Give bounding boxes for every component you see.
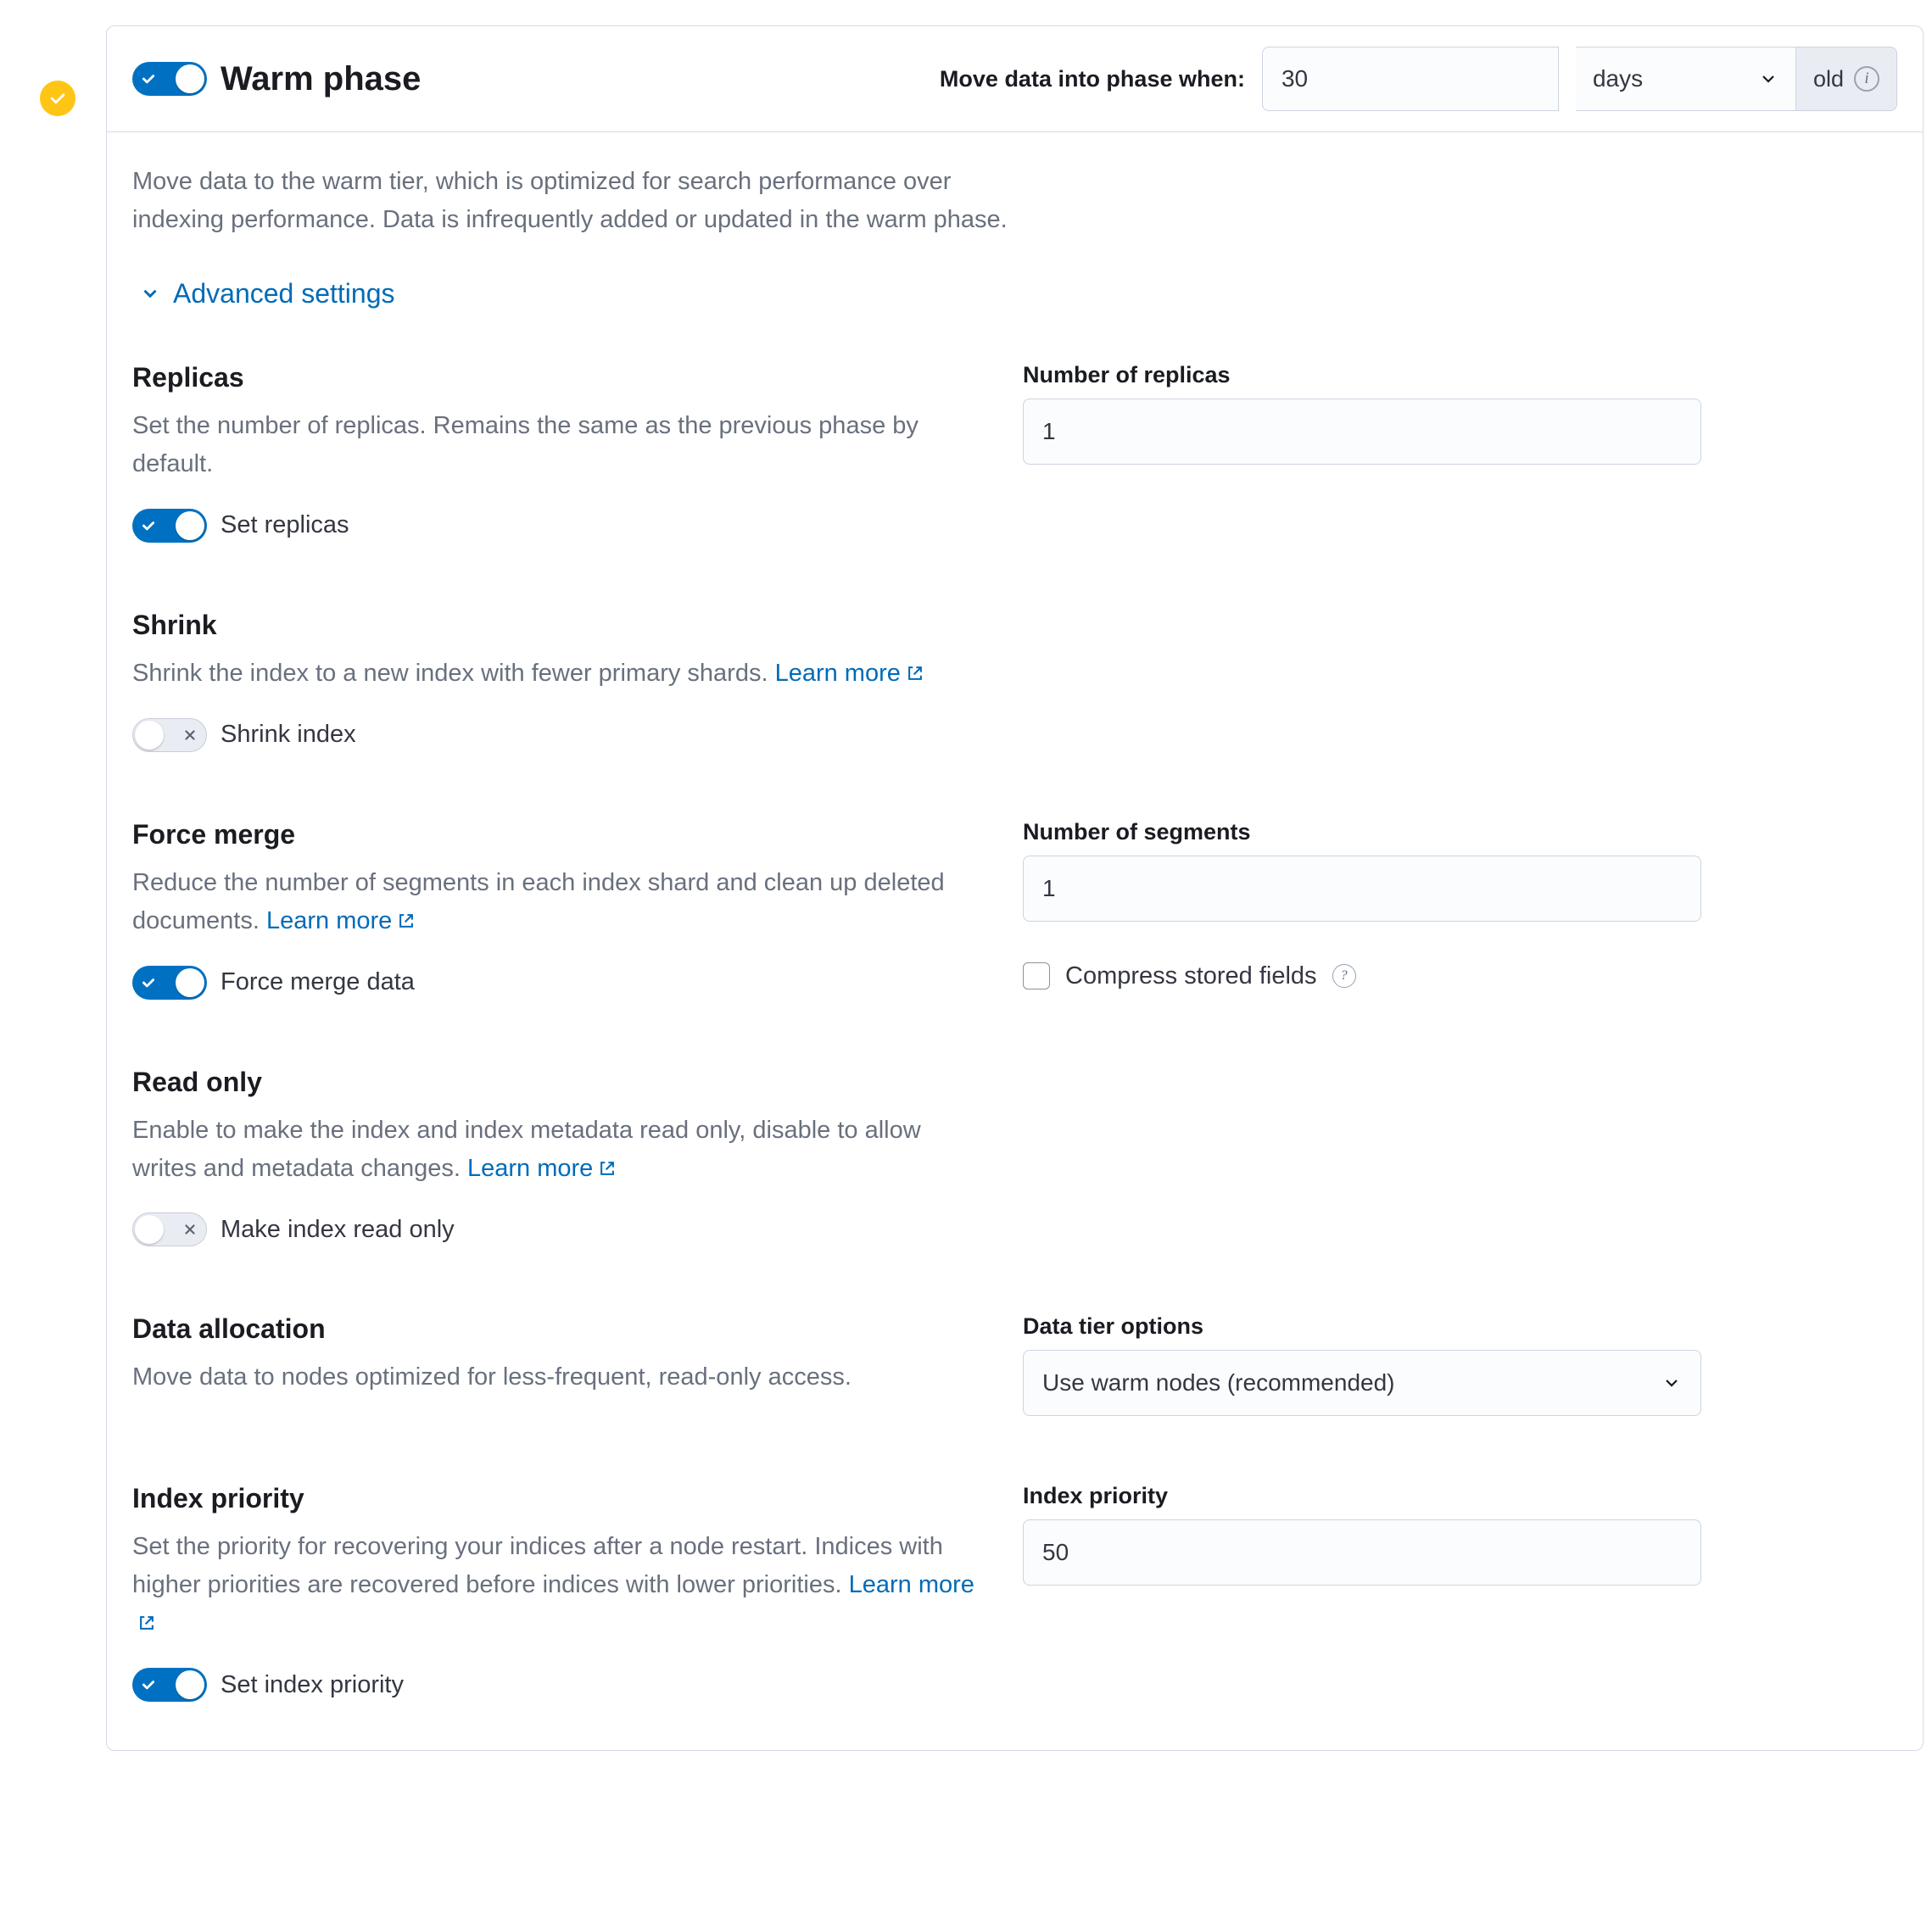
set-replicas-toggle[interactable]: Set replicas bbox=[132, 509, 349, 543]
old-suffix-badge: old i bbox=[1796, 47, 1897, 111]
check-icon bbox=[141, 65, 156, 92]
allocation-desc: Move data to nodes optimized for less-fr… bbox=[132, 1358, 989, 1396]
check-icon bbox=[48, 89, 67, 108]
external-link-icon bbox=[137, 1614, 156, 1632]
external-link-icon bbox=[906, 664, 924, 683]
warm-phase-toggle[interactable] bbox=[132, 62, 207, 96]
age-unit-value: days bbox=[1593, 65, 1643, 92]
set-priority-label: Set index priority bbox=[221, 1671, 404, 1699]
compress-checkbox[interactable] bbox=[1023, 962, 1050, 989]
data-allocation-section: Data allocation Move data to nodes optim… bbox=[132, 1313, 1897, 1422]
force-merge-section: Force merge Reduce the number of segment… bbox=[132, 819, 1897, 1006]
chevron-down-icon bbox=[1758, 69, 1778, 89]
replicas-section: Replicas Set the number of replicas. Rem… bbox=[132, 362, 1897, 549]
read-only-learn-more-link[interactable]: Learn more bbox=[467, 1155, 617, 1182]
shrink-index-label: Shrink index bbox=[221, 721, 356, 749]
shrink-index-toggle[interactable]: Shrink index bbox=[132, 718, 356, 752]
cross-icon bbox=[182, 1216, 198, 1243]
read-only-toggle[interactable]: Make index read only bbox=[132, 1212, 455, 1246]
compress-label: Compress stored fields bbox=[1065, 962, 1317, 990]
read-only-label: Make index read only bbox=[221, 1216, 455, 1244]
learn-more-text: Learn more bbox=[467, 1155, 593, 1182]
force-merge-title: Force merge bbox=[132, 819, 989, 850]
learn-more-text: Learn more bbox=[775, 660, 901, 687]
priority-title: Index priority bbox=[132, 1483, 989, 1514]
chevron-down-icon bbox=[1661, 1373, 1682, 1393]
force-merge-label: Force merge data bbox=[221, 968, 415, 996]
info-icon[interactable]: ? bbox=[1332, 964, 1356, 988]
age-unit-select[interactable]: days bbox=[1576, 47, 1796, 111]
info-icon[interactable]: i bbox=[1854, 66, 1879, 92]
priority-input[interactable] bbox=[1023, 1519, 1701, 1586]
priority-field-label: Index priority bbox=[1023, 1483, 1701, 1509]
priority-desc: Set the priority for recovering your ind… bbox=[132, 1528, 989, 1642]
panel-title: Warm phase bbox=[221, 60, 421, 98]
segments-input[interactable] bbox=[1023, 856, 1701, 922]
segments-field-label: Number of segments bbox=[1023, 819, 1701, 845]
check-icon bbox=[141, 969, 156, 996]
read-only-title: Read only bbox=[132, 1067, 989, 1098]
external-link-icon bbox=[598, 1159, 617, 1178]
learn-more-text: Learn more bbox=[266, 907, 392, 934]
force-merge-desc-text: Reduce the number of segments in each in… bbox=[132, 869, 945, 934]
shrink-desc: Shrink the index to a new index with few… bbox=[132, 655, 989, 693]
force-merge-desc: Reduce the number of segments in each in… bbox=[132, 864, 989, 940]
advanced-settings-label: Advanced settings bbox=[173, 278, 395, 309]
learn-more-text: Learn more bbox=[849, 1571, 974, 1598]
index-priority-section: Index priority Set the priority for reco… bbox=[132, 1483, 1897, 1708]
allocation-title: Data allocation bbox=[132, 1313, 989, 1345]
phase-description: Move data to the warm tier, which is opt… bbox=[132, 163, 1023, 239]
check-icon bbox=[141, 512, 156, 539]
panel-header: Warm phase Move data into phase when: da… bbox=[107, 26, 1923, 132]
set-replicas-label: Set replicas bbox=[221, 511, 349, 539]
advanced-settings-toggle[interactable]: Advanced settings bbox=[132, 278, 1897, 309]
tier-selected-value: Use warm nodes (recommended) bbox=[1042, 1369, 1395, 1396]
force-merge-learn-more-link[interactable]: Learn more bbox=[266, 907, 416, 934]
replicas-input[interactable] bbox=[1023, 399, 1701, 465]
old-suffix-text: old bbox=[1813, 66, 1844, 92]
shrink-desc-text: Shrink the index to a new index with few… bbox=[132, 660, 775, 687]
move-phase-label: Move data into phase when: bbox=[940, 66, 1245, 92]
replicas-title: Replicas bbox=[132, 362, 989, 393]
replicas-desc: Set the number of replicas. Remains the … bbox=[132, 407, 989, 483]
age-input[interactable] bbox=[1262, 47, 1559, 111]
priority-desc-text: Set the priority for recovering your ind… bbox=[132, 1533, 943, 1598]
phase-status-badge bbox=[40, 81, 75, 116]
read-only-section: Read only Enable to make the index and i… bbox=[132, 1067, 1897, 1253]
shrink-title: Shrink bbox=[132, 610, 989, 641]
warm-phase-panel: Warm phase Move data into phase when: da… bbox=[106, 25, 1924, 1751]
tier-field-label: Data tier options bbox=[1023, 1313, 1701, 1340]
external-link-icon bbox=[397, 911, 416, 930]
shrink-learn-more-link[interactable]: Learn more bbox=[775, 660, 924, 687]
replicas-field-label: Number of replicas bbox=[1023, 362, 1701, 388]
force-merge-toggle[interactable]: Force merge data bbox=[132, 966, 415, 1000]
check-icon bbox=[141, 1671, 156, 1698]
tier-select[interactable]: Use warm nodes (recommended) bbox=[1023, 1350, 1701, 1416]
set-priority-toggle[interactable]: Set index priority bbox=[132, 1668, 404, 1702]
shrink-section: Shrink Shrink the index to a new index w… bbox=[132, 610, 1897, 758]
read-only-desc: Enable to make the index and index metad… bbox=[132, 1112, 989, 1188]
chevron-down-icon bbox=[139, 282, 161, 304]
cross-icon bbox=[182, 722, 198, 749]
